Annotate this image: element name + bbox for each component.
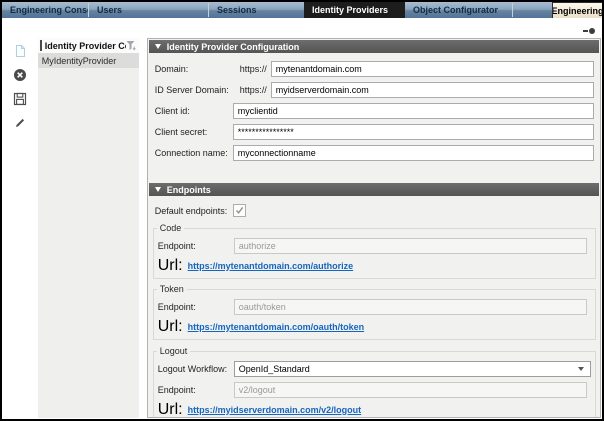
content-area: Identity Provider Conf MyIdentityProvide…	[2, 32, 602, 419]
tab-users[interactable]: Users	[89, 2, 208, 18]
edit-icon	[13, 116, 27, 130]
token-endpoint-label: Endpoint:	[158, 302, 234, 312]
app-window: Engineering Console Users Sessions Ident…	[0, 0, 604, 421]
left-toolbar	[4, 38, 36, 130]
code-url-row: Url: https://mytenantdomain.com/authoriz…	[158, 259, 587, 272]
section-title: Identity Provider Configuration	[167, 42, 300, 52]
token-url-row: Url: https://mytenantdomain.com/oauth/to…	[158, 320, 587, 333]
delete-button[interactable]	[12, 67, 27, 82]
domain-field-row: Domain: https://	[155, 61, 594, 77]
checkmark-icon	[235, 206, 244, 215]
tab-identity-providers[interactable]: Identity Providers	[304, 2, 405, 18]
collapse-icon	[155, 44, 161, 49]
code-url-label: Url:	[158, 257, 183, 275]
tab-object-configurator[interactable]: Object Configurator	[405, 2, 512, 18]
logout-workflow-selected-value: OpenId_Standard	[239, 364, 578, 374]
token-group: Token Endpoint: Url: https://mytenantdom…	[153, 284, 596, 340]
save-button[interactable]	[12, 91, 27, 106]
connection-name-label: Connection name:	[155, 148, 233, 158]
edit-button[interactable]	[12, 115, 27, 130]
default-endpoints-label: Default endpoints:	[155, 206, 233, 216]
logout-group: Logout Logout Workflow: OpenId_Standard …	[153, 346, 596, 418]
tab-engineering[interactable]: Engineering	[552, 2, 602, 18]
config-panel: Identity Provider Configuration Domain: …	[147, 38, 601, 418]
https-prefix: https://	[233, 64, 271, 74]
save-icon	[13, 92, 27, 106]
logout-url-label: Url:	[158, 401, 183, 419]
section-header-endpoints[interactable]: Endpoints	[149, 183, 599, 196]
token-group-legend: Token	[157, 284, 187, 294]
identity-provider-form: Domain: https:// ID Server Domain: https…	[148, 54, 600, 182]
list-header-title: Identity Provider Conf	[45, 41, 126, 51]
client-id-field-row: Client id:	[155, 103, 594, 119]
list-header: Identity Provider Conf	[38, 38, 139, 53]
list-header-accent	[40, 40, 42, 51]
sub-bar	[2, 18, 602, 32]
logout-group-legend: Logout	[157, 346, 191, 356]
token-endpoint-row: Endpoint:	[158, 299, 587, 315]
default-endpoints-checkbox[interactable]	[233, 204, 246, 217]
id-server-domain-label: ID Server Domain:	[155, 85, 233, 95]
endpoints-form: Default endpoints: Code Endpoint: Url:	[148, 197, 600, 418]
code-url-link[interactable]: https://mytenantdomain.com/authorize	[188, 261, 354, 271]
section-header-identity-provider-configuration[interactable]: Identity Provider Configuration	[149, 40, 599, 53]
logout-endpoint-row: Endpoint:	[158, 382, 587, 398]
domain-input[interactable]	[271, 61, 594, 77]
chevron-down-icon	[578, 367, 584, 371]
client-id-input[interactable]	[233, 103, 594, 119]
logout-url-link[interactable]: https://myidserverdomain.com/v2/logout	[188, 405, 362, 415]
code-endpoint-label: Endpoint:	[158, 241, 234, 251]
list-item-my-identity-provider[interactable]: MyIdentityProvider	[38, 53, 139, 68]
pin-line	[583, 30, 588, 32]
tab-sessions[interactable]: Sessions	[209, 2, 304, 18]
logout-endpoint-label: Endpoint:	[158, 385, 234, 395]
logout-workflow-row: Logout Workflow: OpenId_Standard	[158, 361, 587, 377]
connection-name-input[interactable]	[233, 145, 594, 161]
client-secret-field-row: Client secret:	[155, 124, 594, 140]
connection-name-field-row: Connection name:	[155, 145, 594, 161]
token-url-label: Url:	[158, 318, 183, 336]
client-secret-label: Client secret:	[155, 127, 233, 137]
id-server-domain-field-row: ID Server Domain: https://	[155, 82, 594, 98]
https-prefix: https://	[233, 85, 271, 95]
logout-workflow-label: Logout Workflow:	[158, 364, 234, 374]
logout-workflow-select[interactable]: OpenId_Standard	[234, 361, 591, 377]
logout-url-row: Url: https://myidserverdomain.com/v2/log…	[158, 403, 587, 416]
logout-endpoint-input	[234, 382, 587, 398]
code-endpoint-row: Endpoint:	[158, 238, 587, 254]
code-endpoint-input	[234, 238, 587, 254]
tab-engineering-console[interactable]: Engineering Console	[2, 2, 88, 18]
default-endpoints-row: Default endpoints:	[155, 204, 594, 217]
token-url-link[interactable]: https://mytenantdomain.com/oauth/token	[188, 322, 365, 332]
new-document-icon	[13, 44, 27, 58]
filter-icon[interactable]	[126, 40, 137, 51]
client-id-label: Client id:	[155, 106, 233, 116]
delete-icon	[13, 68, 27, 82]
code-group: Code Endpoint: Url: https://mytenantdoma…	[153, 223, 596, 279]
code-group-legend: Code	[157, 223, 185, 233]
list-panel: Identity Provider Conf MyIdentityProvide…	[38, 38, 139, 418]
collapse-icon	[155, 187, 161, 192]
domain-label: Domain:	[155, 64, 233, 74]
client-secret-input[interactable]	[233, 124, 594, 140]
id-server-domain-input[interactable]	[271, 82, 594, 98]
new-item-button[interactable]	[12, 43, 27, 58]
pin-icon[interactable]	[583, 28, 595, 34]
section-title: Endpoints	[167, 185, 211, 195]
tab-bar-spacer	[513, 2, 552, 18]
tab-bar: Engineering Console Users Sessions Ident…	[2, 2, 602, 18]
pin-dot	[589, 28, 595, 34]
token-endpoint-input	[234, 299, 587, 315]
